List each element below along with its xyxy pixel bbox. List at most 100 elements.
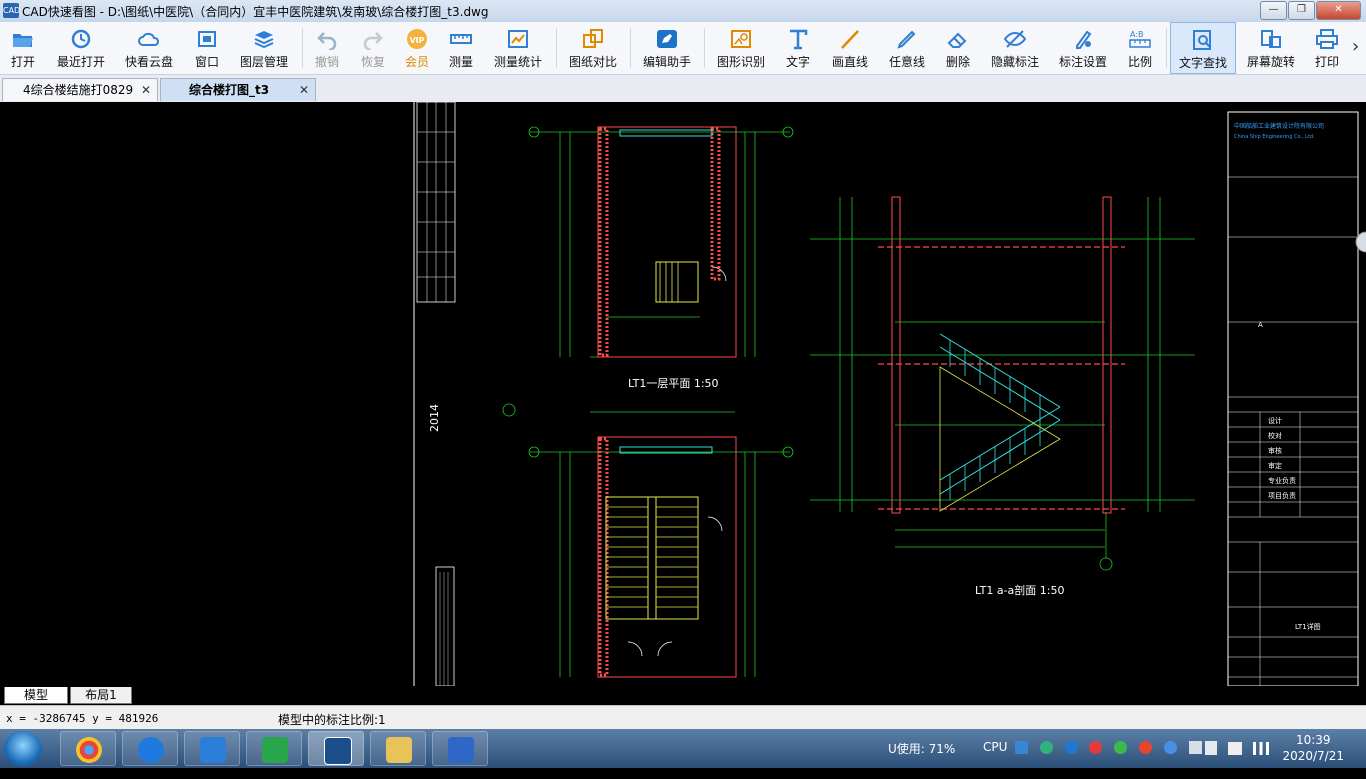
year-label: 2014	[428, 404, 441, 432]
pen-icon	[897, 30, 916, 49]
g-app-icon[interactable]	[1163, 741, 1177, 754]
text-search-icon	[1193, 30, 1211, 50]
undo-icon	[317, 32, 337, 50]
taskbar-app-cad[interactable]	[308, 731, 364, 766]
system-clock[interactable]: 10:39 2020/7/21	[1282, 732, 1344, 764]
folder-open-icon	[13, 34, 33, 47]
scale-icon: A:B	[1129, 30, 1151, 48]
window-icon	[198, 31, 216, 47]
open-button[interactable]: 打开	[0, 22, 46, 74]
edit-assistant-button[interactable]: 编辑助手	[636, 22, 698, 74]
hide-annotation-button[interactable]: 隐藏标注	[986, 22, 1044, 74]
clipboard-icon[interactable]	[1205, 741, 1217, 755]
recent-open-button[interactable]: 最近打开	[50, 22, 112, 74]
wechat-icon[interactable]	[1114, 741, 1128, 754]
layer-manager-button[interactable]: 图层管理	[234, 22, 294, 74]
tab-model[interactable]: 模型	[4, 687, 68, 704]
taskbar-app-feishu[interactable]	[122, 731, 178, 766]
cpu-usage: U使用: 71%	[888, 742, 956, 756]
vip-text: VIP	[409, 36, 424, 45]
plan-level2	[502, 403, 794, 678]
toolbar-more-arrow[interactable]: ›	[1352, 36, 1359, 57]
cursor-coordinates: x = -3286745 y = 481926	[6, 712, 159, 725]
toolbar-separator	[556, 28, 557, 68]
text-t-icon	[790, 29, 808, 50]
annotation-scale-text: 模型中的标注比例:1	[278, 713, 386, 727]
layers-icon	[254, 31, 274, 49]
text-search-button[interactable]: 文字查找	[1170, 22, 1236, 74]
taskbar-app-typora[interactable]	[184, 731, 240, 766]
delete-button[interactable]: 删除	[938, 22, 978, 74]
tab-layout1[interactable]: 布局1	[70, 687, 132, 704]
scale-button[interactable]: A:B 比例	[1120, 22, 1160, 74]
close-button[interactable]: ✕	[1316, 1, 1361, 20]
network-signal-icon[interactable]	[1253, 742, 1269, 755]
svg-text:校对: 校对	[1268, 431, 1282, 440]
axis-a-label: A	[1258, 321, 1263, 329]
vip-button[interactable]: VIP 会员	[398, 22, 436, 74]
clock-time: 10:39	[1295, 733, 1331, 747]
measure-button[interactable]: 测量	[442, 22, 480, 74]
annotation-settings-icon	[1076, 30, 1092, 49]
volume-muted-icon[interactable]	[1228, 742, 1242, 755]
typora-icon	[200, 737, 226, 763]
close-tab-icon[interactable]: ✕	[141, 79, 151, 101]
vip-icon: VIP	[407, 29, 427, 49]
rotate-screen-button[interactable]: 屏幕旋转	[1242, 22, 1300, 74]
print-button[interactable]: 打印	[1306, 22, 1348, 74]
minimize-button[interactable]: —	[1260, 1, 1287, 20]
bluetooth-icon[interactable]	[1188, 741, 1202, 754]
measure-stats-icon	[508, 30, 528, 48]
tray-icons[interactable]	[1015, 741, 1215, 757]
cad-icon	[324, 737, 352, 765]
toolbar-separator	[704, 28, 705, 68]
tab-structure-drawing[interactable]: 4综合楼结施打0829 ✕	[2, 78, 158, 101]
redo-button[interactable]: 恢复	[354, 22, 392, 74]
network-app-icon[interactable]	[1015, 741, 1028, 754]
cpu-label: CPU	[983, 740, 1008, 754]
window-button[interactable]: 窗口	[186, 22, 228, 74]
settings-tray-icon[interactable]	[1064, 741, 1078, 754]
feishu-icon	[138, 737, 164, 763]
close-tab-icon[interactable]: ✕	[299, 79, 309, 101]
toolbar-separator	[1166, 28, 1167, 68]
taskbar-app-wps[interactable]	[432, 731, 488, 766]
shape-recognize-button[interactable]: 图形识别	[710, 22, 772, 74]
edit-assistant-icon	[657, 30, 677, 48]
drawing-canvas[interactable]: 2014 LT1一层平面 1:50 LT1 a-a剖面 1:50 中国船舶工业建…	[0, 102, 1366, 686]
taskbar-app-chrome[interactable]	[60, 731, 116, 766]
shape-recognize-icon	[731, 30, 751, 48]
title-bar: CAD CAD快速看图 - D:\图纸\中医院\（合同内）宜丰中医院建筑\发南玻…	[0, 0, 1366, 22]
tab-current-drawing[interactable]: 综合楼打图_t3 ✕	[160, 78, 316, 101]
svg-text:审定: 审定	[1268, 461, 1282, 470]
title-block: 中国船舶工业建筑设计院有限公司 China Ship Engineering C…	[1227, 111, 1359, 686]
taskbar-app-explorer[interactable]	[370, 731, 426, 766]
document-tab-bar: 4综合楼结施打0829 ✕ 综合楼打图_t3 ✕	[0, 75, 1366, 103]
text-button[interactable]: 文字	[778, 22, 818, 74]
measure-stats-button[interactable]: 测量统计	[488, 22, 548, 74]
start-button[interactable]	[4, 731, 42, 767]
undo-button[interactable]: 撤销	[308, 22, 346, 74]
taskbar-app-h[interactable]	[246, 731, 302, 766]
compare-icon	[583, 29, 603, 48]
chrome-icon	[76, 737, 102, 763]
recent-clock-icon	[71, 29, 91, 49]
tray-app-icon[interactable]	[1039, 741, 1053, 754]
maximize-button[interactable]: ❐	[1288, 1, 1315, 20]
weibo-icon[interactable]	[1089, 741, 1103, 754]
browser-tray-icon[interactable]	[1139, 741, 1153, 754]
drawing-number-title: LT1详图	[1295, 622, 1321, 631]
compare-drawings-button[interactable]: 图纸对比	[562, 22, 624, 74]
toolbar-separator	[302, 28, 303, 68]
section-title: LT1 a-a剖面 1:50	[975, 583, 1064, 597]
cloud-disk-button[interactable]: 快看云盘	[118, 22, 180, 74]
company-name: 中国船舶工业建筑设计院有限公司	[1234, 122, 1324, 130]
section-aa: LT1 a-a剖面 1:50	[810, 196, 1195, 597]
freehand-line-button[interactable]: 任意线	[882, 22, 932, 74]
annotation-settings-button[interactable]: 标注设置	[1052, 22, 1114, 74]
h-app-icon	[262, 737, 288, 763]
svg-text:审核: 审核	[1268, 446, 1282, 455]
draw-line-button[interactable]: 画直线	[826, 22, 874, 74]
redo-icon	[363, 32, 383, 50]
svg-text:设计: 设计	[1268, 416, 1282, 425]
